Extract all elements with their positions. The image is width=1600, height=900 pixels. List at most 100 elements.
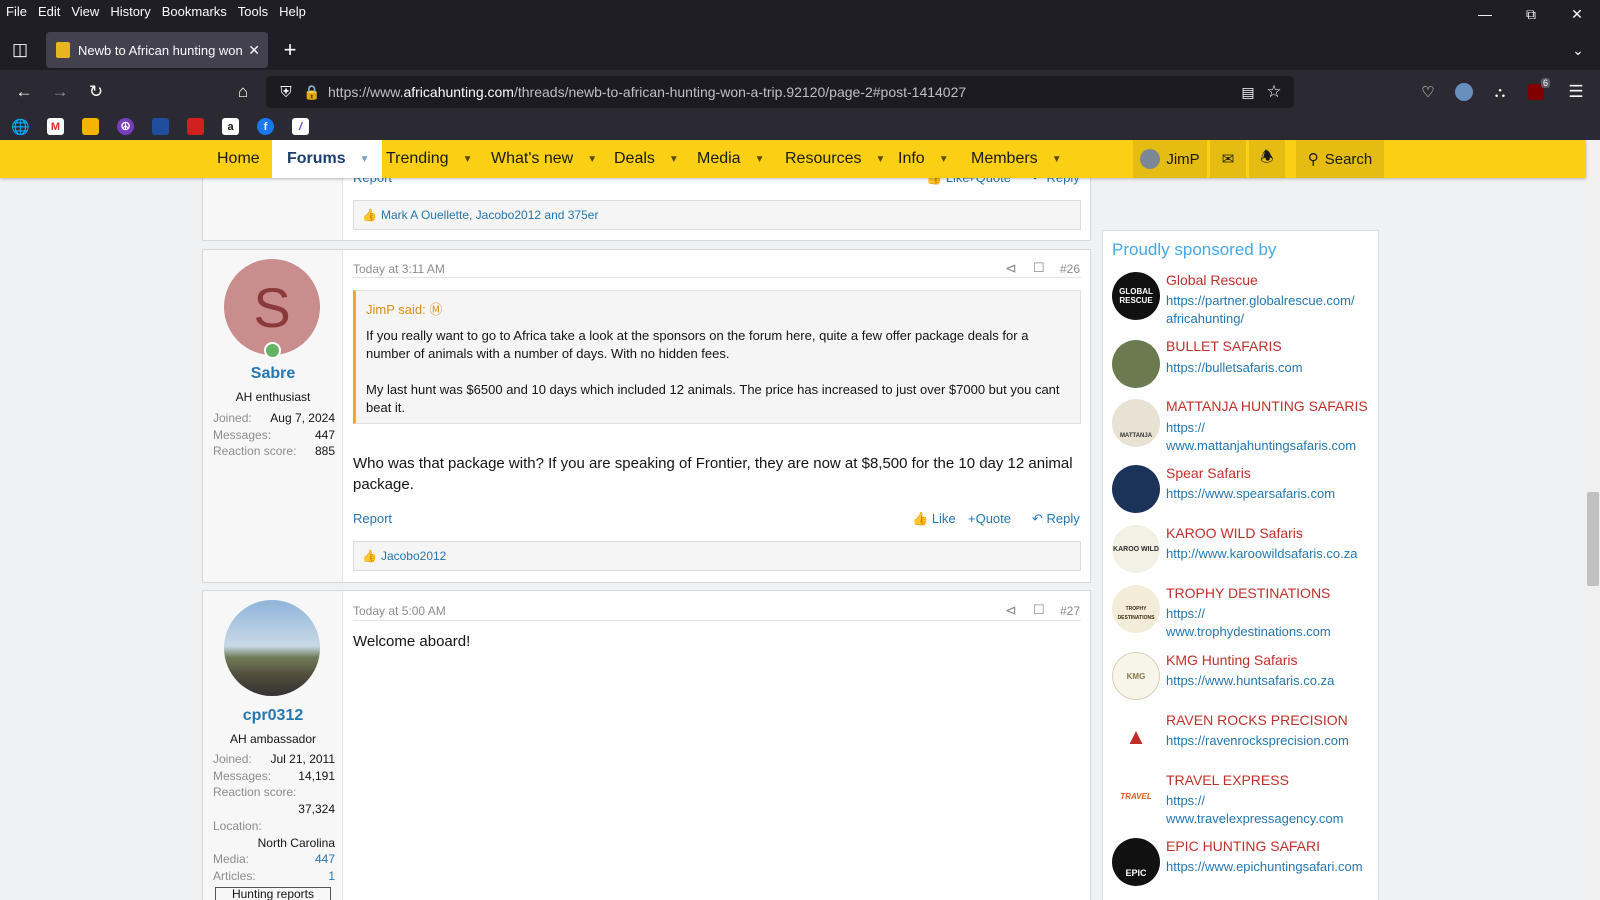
- karoo-wild-logo[interactable]: KAROO WILD: [1112, 525, 1160, 573]
- sponsor-name[interactable]: KMG Hunting Safaris: [1166, 652, 1298, 668]
- trophy-destinations-logo[interactable]: TROPHY DESTINATIONS: [1112, 585, 1160, 633]
- raven-rocks-logo[interactable]: ▲: [1112, 712, 1160, 760]
- bookmark-icon-5[interactable]: [152, 118, 169, 135]
- url-bar[interactable]: ⛨ 🔒 https://www.africahunting.com/thread…: [266, 76, 1294, 108]
- nav-trending[interactable]: Trending ▼: [386, 140, 472, 178]
- report-link[interactable]: Report: [353, 511, 392, 526]
- stat-value-link[interactable]: 447: [315, 852, 335, 866]
- bookmark-icon-3[interactable]: [82, 118, 99, 135]
- chevron-down-icon[interactable]: ▼: [1052, 154, 1062, 165]
- app-menu-icon[interactable]: ☰: [1562, 78, 1590, 106]
- epic-hunting-logo[interactable]: EPIC: [1112, 838, 1160, 886]
- sponsor-url[interactable]: http://www.karoowildsafaris.co.za: [1166, 545, 1371, 563]
- pocket-icon[interactable]: ♡: [1414, 78, 1442, 106]
- quote-author[interactable]: JimP said: Ⓜ: [366, 299, 442, 318]
- jump-to-quote-icon[interactable]: Ⓜ: [429, 302, 442, 317]
- menu-history[interactable]: History: [105, 4, 155, 19]
- ublock-icon[interactable]: 6: [1522, 78, 1550, 106]
- nav-info[interactable]: Info ▼: [898, 140, 949, 178]
- lock-icon[interactable]: 🔒: [298, 78, 326, 106]
- sponsor-name[interactable]: KAROO WILD Safaris: [1166, 525, 1303, 541]
- extensions-icon[interactable]: ⛬: [1486, 78, 1514, 106]
- reaction-summary-prev[interactable]: 👍 Mark A Ouellette, Jacobo2012 and 375er: [353, 200, 1081, 230]
- sponsor-url-cont[interactable]: www.trophydestinations.com: [1166, 623, 1371, 641]
- sponsor-name[interactable]: TROPHY DESTINATIONS: [1166, 585, 1330, 601]
- post-26-time[interactable]: Today at 3:11 AM: [353, 262, 445, 276]
- amazon-bookmark-icon[interactable]: a: [222, 118, 239, 135]
- chevron-down-icon[interactable]: ▼: [939, 154, 949, 165]
- reaction-users-prev[interactable]: Mark A Ouellette, Jacobo2012 and 375er: [381, 208, 598, 222]
- menu-bookmarks[interactable]: Bookmarks: [157, 4, 232, 19]
- reaction-users[interactable]: Jacobo2012: [381, 549, 446, 563]
- sponsor-url[interactable]: https://: [1166, 605, 1371, 623]
- bookmark-post-icon[interactable]: ☐: [1033, 602, 1045, 618]
- bookmark-icon-9[interactable]: /: [292, 118, 309, 135]
- username[interactable]: cpr0312: [203, 707, 343, 725]
- back-icon[interactable]: ←: [10, 78, 38, 106]
- profile-avatar-icon[interactable]: [1450, 78, 1478, 106]
- reaction-summary[interactable]: 👍 Jacobo2012: [353, 541, 1081, 571]
- nav-whats-new[interactable]: What's new ▼: [491, 140, 597, 178]
- reader-view-icon[interactable]: ▤: [1234, 78, 1262, 106]
- sponsor-url[interactable]: https://ravenrocksprecision.com: [1166, 732, 1371, 750]
- sponsor-url[interactable]: https://bulletsafaris.com: [1166, 359, 1371, 377]
- sponsor-name[interactable]: TRAVEL EXPRESS: [1166, 772, 1289, 788]
- sponsor-url[interactable]: https://www.epichuntingsafari.com: [1166, 858, 1371, 876]
- username[interactable]: Sabre: [203, 365, 343, 383]
- sponsor-url[interactable]: https://: [1166, 419, 1371, 437]
- browser-tab[interactable]: Newb to African hunting won a ✕: [46, 32, 268, 68]
- bell-icon[interactable]: 🕭: [1249, 140, 1285, 178]
- sponsor-url-cont[interactable]: www.travelexpressagency.com: [1166, 810, 1371, 828]
- nav-members[interactable]: Members ▼: [971, 140, 1062, 178]
- nav-forums[interactable]: Forums ▼: [272, 140, 382, 178]
- kmg-logo[interactable]: KMG: [1112, 652, 1160, 700]
- post-27-time[interactable]: Today at 5:00 AM: [353, 604, 446, 618]
- forward-icon[interactable]: →: [46, 78, 74, 106]
- facebook-bookmark-icon[interactable]: f: [257, 118, 274, 135]
- nav-home[interactable]: Home: [217, 140, 260, 178]
- share-icon[interactable]: ⊲: [1005, 260, 1017, 277]
- sponsor-name[interactable]: MATTANJA HUNTING SAFARIS: [1166, 398, 1368, 414]
- chevron-down-icon[interactable]: ▼: [587, 154, 597, 165]
- menu-view[interactable]: View: [66, 4, 104, 19]
- sponsor-name[interactable]: Global Rescue: [1166, 272, 1258, 288]
- bullet-safaris-logo[interactable]: [1112, 340, 1160, 388]
- sponsor-url[interactable]: https://www.huntsafaris.co.za: [1166, 672, 1371, 690]
- chevron-down-icon[interactable]: ▼: [755, 154, 765, 165]
- nav-deals[interactable]: Deals ▼: [614, 140, 679, 178]
- spear-safaris-logo[interactable]: [1112, 465, 1160, 513]
- globe-bookmark-icon[interactable]: 🌐: [11, 118, 30, 136]
- sponsor-name[interactable]: EPIC HUNTING SAFARI: [1166, 838, 1320, 854]
- hunting-reports-button[interactable]: Hunting reports: [215, 887, 331, 900]
- sponsor-url[interactable]: https://: [1166, 792, 1371, 810]
- menu-tools[interactable]: Tools: [233, 4, 273, 19]
- menu-file[interactable]: File: [1, 4, 32, 19]
- bookmark-star-icon[interactable]: ☆: [1260, 78, 1288, 106]
- menu-help[interactable]: Help: [274, 4, 311, 19]
- inbox-icon[interactable]: ✉: [1210, 140, 1246, 178]
- sponsor-name[interactable]: RAVEN ROCKS PRECISION: [1166, 712, 1348, 728]
- bookmark-icon-6[interactable]: [187, 118, 204, 135]
- post-26-number[interactable]: #26: [1060, 262, 1080, 276]
- sponsor-url-cont[interactable]: www.mattanjahuntingsafaris.com: [1166, 437, 1371, 455]
- avatar[interactable]: S: [224, 259, 320, 355]
- tab-overview-icon[interactable]: ◫: [6, 36, 34, 64]
- sponsor-name[interactable]: Spear Safaris: [1166, 465, 1251, 481]
- chevron-down-icon[interactable]: ▼: [360, 154, 370, 165]
- sponsor-url[interactable]: https://www.spearsafaris.com: [1166, 485, 1371, 503]
- menu-edit[interactable]: Edit: [33, 4, 65, 19]
- nav-media[interactable]: Media ▼: [697, 140, 764, 178]
- avatar[interactable]: [224, 600, 320, 696]
- global-rescue-logo[interactable]: GLOBAL RESCUE: [1112, 272, 1160, 320]
- mattanja-logo[interactable]: MATTANJA: [1112, 399, 1160, 447]
- sponsor-url[interactable]: https://partner.globalrescue.com/: [1166, 292, 1371, 310]
- reload-icon[interactable]: ↻: [82, 78, 110, 106]
- search-button[interactable]: ⚲ Search: [1296, 140, 1384, 178]
- nav-resources[interactable]: Resources ▼: [785, 140, 885, 178]
- scrollbar-thumb[interactable]: [1587, 492, 1599, 586]
- travel-express-logo[interactable]: TRAVEL: [1112, 772, 1160, 820]
- new-tab-icon[interactable]: +: [276, 36, 304, 64]
- stat-value-link[interactable]: 1: [328, 869, 335, 883]
- close-tab-icon[interactable]: ✕: [248, 42, 260, 59]
- peace-bookmark-icon[interactable]: ☮: [117, 118, 134, 135]
